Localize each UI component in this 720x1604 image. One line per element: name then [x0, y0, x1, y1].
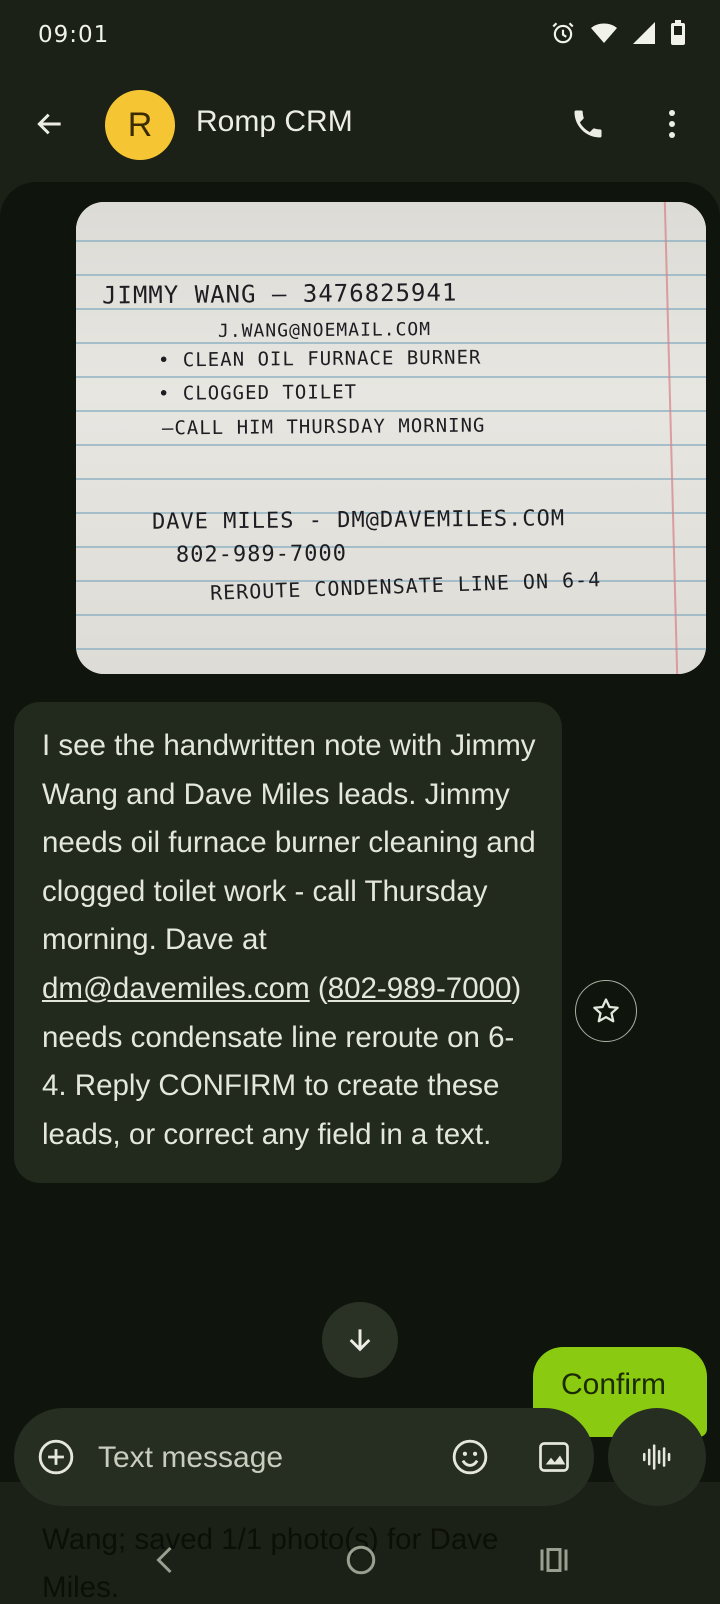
- nav-back-button[interactable]: [148, 1542, 184, 1578]
- alarm-icon: [552, 22, 574, 44]
- note-line: JIMMY WANG – 3476825941: [101, 278, 458, 310]
- conversation: JIMMY WANG – 3476825941 J.WANG@NOEMAIL.C…: [0, 182, 720, 1482]
- phone-link[interactable]: 802-989-7000: [328, 972, 512, 1005]
- emoji-icon: [452, 1439, 488, 1475]
- status-icons: [550, 20, 686, 46]
- star-message-button[interactable]: [575, 980, 637, 1042]
- wifi-icon: [591, 23, 617, 43]
- message-text: I see the handwritten note with Jimmy Wa…: [42, 729, 536, 957]
- scroll-to-bottom-button[interactable]: [322, 1302, 398, 1378]
- bot-message-bubble[interactable]: I see the handwritten note with Jimmy Wa…: [14, 702, 562, 1184]
- add-attachment-button[interactable]: [36, 1437, 76, 1477]
- nav-home-button[interactable]: [343, 1542, 379, 1578]
- arrow-back-icon: [37, 113, 61, 135]
- message-input[interactable]: [98, 1436, 418, 1480]
- back-button[interactable]: [26, 100, 74, 148]
- contact-name[interactable]: Romp CRM: [196, 105, 353, 139]
- email-link[interactable]: dm@davemiles.com: [42, 972, 310, 1005]
- battery-icon: [671, 20, 685, 45]
- app-bar: R Romp CRM: [0, 80, 720, 176]
- nav-recents-button[interactable]: [536, 1542, 572, 1578]
- more-vert-icon: [669, 110, 675, 138]
- emoji-button[interactable]: [447, 1434, 493, 1480]
- gallery-button[interactable]: [531, 1434, 577, 1480]
- phone-icon: [574, 110, 602, 138]
- add-circle-icon: [38, 1439, 74, 1475]
- star-icon: [593, 998, 619, 1023]
- voice-waveform-icon: [642, 1444, 671, 1470]
- more-options-button[interactable]: [646, 98, 698, 150]
- arrow-down-icon: [349, 1329, 371, 1352]
- nav-home-icon: [346, 1545, 376, 1575]
- photo-message[interactable]: JIMMY WANG – 3476825941 J.WANG@NOEMAIL.C…: [76, 202, 706, 674]
- voice-message-button[interactable]: [608, 1408, 706, 1506]
- nav-recents-icon: [540, 1548, 568, 1572]
- system-nav-bar: [0, 1530, 720, 1604]
- handwritten-note-photo: JIMMY WANG – 3476825941 J.WANG@NOEMAIL.C…: [76, 202, 706, 674]
- signal-icon: [633, 22, 655, 44]
- note-line: DAVE MILES - DM@DAVEMILES.COM: [151, 506, 566, 535]
- call-button[interactable]: [562, 98, 614, 150]
- compose-bar: [14, 1408, 594, 1506]
- note-line: J.WANG@NOEMAIL.COM: [217, 319, 432, 342]
- message-text: (: [317, 971, 328, 1005]
- note-line: –CALL HIM THURSDAY MORNING: [161, 414, 486, 440]
- image-icon: [539, 1442, 569, 1472]
- status-bar: 09:01: [0, 0, 720, 72]
- status-time: 09:01: [38, 22, 110, 48]
- note-line: REROUTE CONDENSATE LINE ON 6-4: [209, 567, 602, 605]
- note-line: • CLOGGED TOILET: [157, 381, 358, 405]
- note-line: • CLEAN OIL FURNACE BURNER: [157, 346, 482, 372]
- nav-back-icon: [156, 1546, 172, 1574]
- avatar[interactable]: R: [105, 90, 175, 160]
- note-line: 802-989-7000: [175, 541, 348, 568]
